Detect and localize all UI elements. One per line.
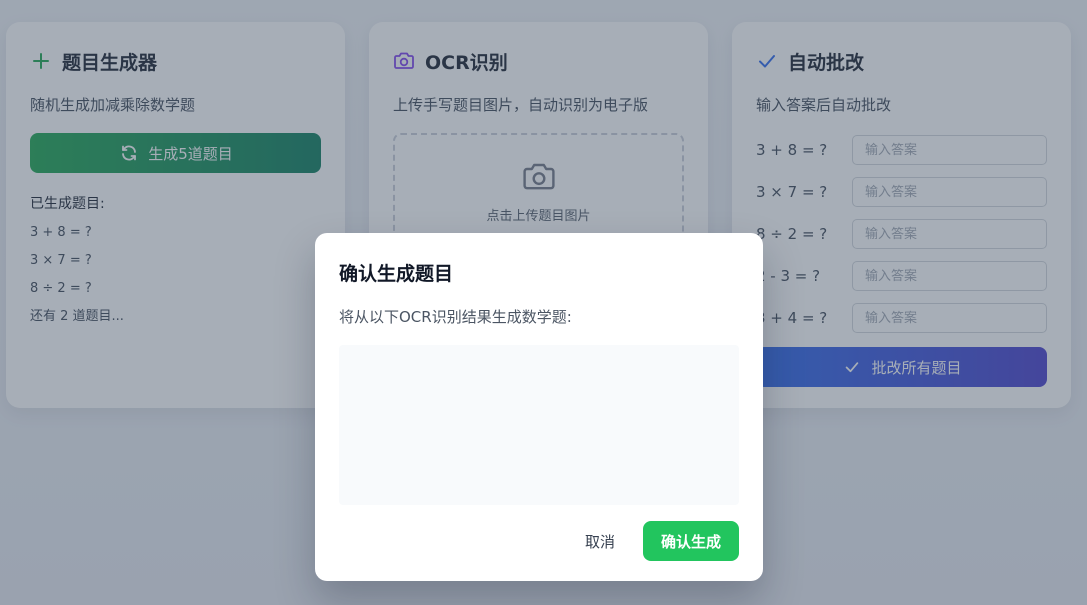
- cancel-button[interactable]: 取消: [585, 531, 615, 552]
- ocr-result-preview: [339, 345, 739, 505]
- dialog-actions: 取消 确认生成: [339, 521, 739, 561]
- confirm-generate-dialog: 确认生成题目 将从以下OCR识别结果生成数学题: 取消 确认生成: [315, 233, 763, 581]
- confirm-generate-button[interactable]: 确认生成: [643, 521, 739, 561]
- dialog-title: 确认生成题目: [339, 263, 454, 285]
- dialog-description: 将从以下OCR识别结果生成数学题:: [339, 308, 572, 326]
